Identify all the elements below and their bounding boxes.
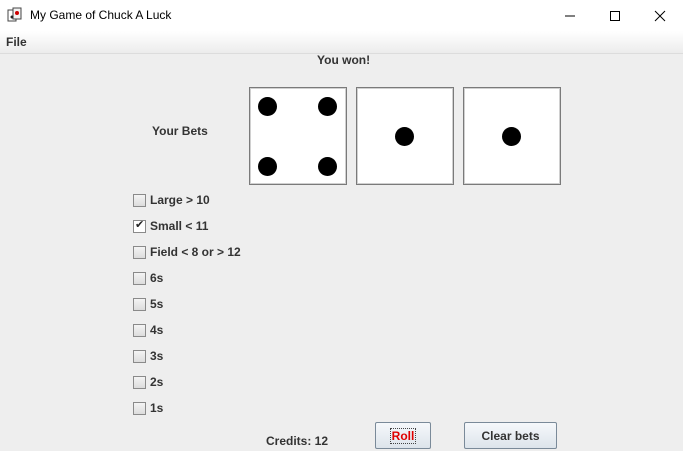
bet-checkbox[interactable] <box>133 401 146 415</box>
game-status: You won! <box>317 53 371 67</box>
bet-label: 5s <box>150 297 164 311</box>
bet-label: 1s <box>150 401 164 415</box>
close-icon <box>654 10 666 21</box>
die-pip <box>318 97 337 116</box>
die-1 <box>249 87 347 185</box>
die-pip <box>258 157 277 176</box>
die-pip <box>258 97 277 116</box>
minimize-icon <box>565 15 575 16</box>
die-3 <box>463 87 561 185</box>
bet-2s[interactable]: 2s <box>133 374 163 390</box>
bet-label: Field < 8 or > 12 <box>150 245 241 259</box>
bet-label: Small < 11 <box>150 219 209 233</box>
bet-checkbox[interactable] <box>133 375 146 389</box>
roll-button[interactable]: Roll <box>375 422 431 449</box>
bet-checkbox[interactable] <box>133 349 146 363</box>
app-icon <box>7 7 23 23</box>
roll-button-label: Roll <box>389 427 417 444</box>
die-pip <box>395 127 414 146</box>
bet-label: Large > 10 <box>150 193 210 207</box>
maximize-icon <box>610 10 620 21</box>
bet-field[interactable]: Field < 8 or > 12 <box>133 244 241 260</box>
bet-checkbox[interactable] <box>133 245 146 259</box>
bet-checkbox[interactable] <box>133 297 146 311</box>
bet-small[interactable]: ✔ Small < 11 <box>133 218 208 234</box>
bet-3s[interactable]: 3s <box>133 348 163 364</box>
bet-5s[interactable]: 5s <box>133 296 163 312</box>
checkmark-icon: ✔ <box>135 217 145 231</box>
bet-checkbox[interactable] <box>133 193 146 207</box>
window-title: My Game of Chuck A Luck <box>30 8 172 22</box>
clear-bets-label: Clear bets <box>481 428 540 443</box>
close-button[interactable] <box>637 0 683 31</box>
bet-4s[interactable]: 4s <box>133 322 163 338</box>
bet-6s[interactable]: 6s <box>133 270 163 286</box>
bet-label: 3s <box>150 349 164 363</box>
die-2 <box>356 87 454 185</box>
bet-checkbox[interactable]: ✔ <box>133 217 146 233</box>
maximize-button[interactable] <box>592 0 638 31</box>
bet-checkbox[interactable] <box>133 271 146 285</box>
bet-label: 4s <box>150 323 164 337</box>
menu-file[interactable]: File <box>6 35 27 49</box>
credits-label: Credits: 12 <box>266 434 329 448</box>
die-pip <box>502 127 521 146</box>
minimize-button[interactable] <box>547 0 593 31</box>
bet-label: 2s <box>150 375 164 389</box>
menu-bar: File <box>0 31 683 54</box>
bet-1s[interactable]: 1s <box>133 400 163 416</box>
title-bar: My Game of Chuck A Luck <box>0 0 683 32</box>
clear-bets-button[interactable]: Clear bets <box>464 422 557 449</box>
die-pip <box>318 157 337 176</box>
bet-checkbox[interactable] <box>133 323 146 337</box>
bet-large[interactable]: Large > 10 <box>133 192 210 208</box>
bet-label: 6s <box>150 271 164 285</box>
your-bets-label: Your Bets <box>152 124 208 138</box>
